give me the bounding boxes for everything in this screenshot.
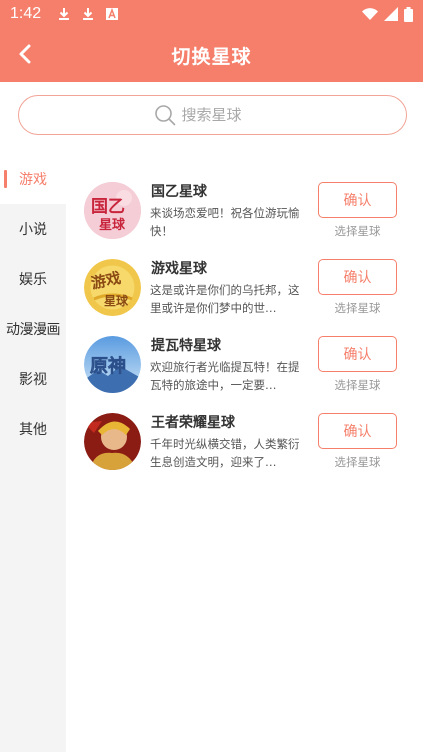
svg-text:国乙: 国乙: [91, 197, 125, 217]
wifi-icon: [362, 7, 378, 21]
planet-name: 提瓦特星球: [151, 338, 221, 354]
sidebar-item-games[interactable]: 游戏: [0, 154, 66, 204]
planet-card: 王者荣耀星球 千年时光纵横交错，人类繁衍生息创造文明，迎来了… 确认 选择星球: [66, 401, 423, 478]
confirm-button[interactable]: 确认: [318, 182, 397, 218]
confirm-button[interactable]: 确认: [318, 413, 397, 449]
planet-card: 原神 提瓦特星球 欢迎旅行者光临提瓦特！在提瓦特的旅途中，一定要… 确认 选择星…: [66, 324, 423, 401]
svg-text:原神: 原神: [90, 355, 126, 377]
planet-avatar[interactable]: [84, 413, 141, 470]
sidebar-item-label: 娱乐: [19, 272, 47, 288]
download-icon: [81, 7, 95, 21]
sidebar-item-film-tv[interactable]: 影视: [0, 354, 66, 404]
planet-list: 国乙 星球 国乙星球 来谈场恋爱吧！祝各位游玩愉快！ 确认 选择星球 游戏 星球…: [66, 170, 423, 478]
select-planet-hint: 选择星球: [334, 455, 381, 469]
signal-icon: [384, 7, 398, 21]
back-arrow-icon[interactable]: [14, 42, 36, 66]
planet-card: 游戏 星球 游戏星球 这是或许是你们的乌托邦，这里或许是你们梦中的世… 确认 选…: [66, 247, 423, 324]
select-planet-hint: 选择星球: [334, 378, 381, 392]
planet-avatar[interactable]: 游戏 星球: [84, 259, 141, 316]
status-icons-right: [362, 6, 413, 22]
svg-text:星球: 星球: [104, 293, 129, 308]
sidebar-item-label: 动漫漫画: [6, 322, 61, 338]
sidebar-item-label: 其他: [19, 422, 47, 438]
font-a-icon: [105, 7, 119, 21]
category-sidebar: 游戏 小说 娱乐 动漫漫画 影视 其他: [0, 154, 66, 752]
planet-card: 国乙 星球 国乙星球 来谈场恋爱吧！祝各位游玩愉快！ 确认 选择星球: [66, 170, 423, 247]
planet-avatar[interactable]: 原神: [84, 336, 141, 393]
planet-description: 欢迎旅行者光临提瓦特！在提瓦特的旅途中，一定要…: [150, 360, 300, 392]
planet-name: 游戏星球: [151, 261, 207, 277]
status-bar: 1:42: [0, 0, 423, 28]
select-planet-hint: 选择星球: [334, 301, 381, 315]
sidebar-item-other[interactable]: 其他: [0, 404, 66, 454]
search-bar: [18, 95, 407, 135]
planet-name: 王者荣耀星球: [151, 415, 235, 431]
search-box[interactable]: [18, 95, 407, 135]
planet-description: 这是或许是你们的乌托邦，这里或许是你们梦中的世…: [150, 283, 300, 315]
page-title: 切换星球: [171, 45, 252, 68]
battery-icon: [404, 6, 413, 22]
status-icons-left: [57, 7, 119, 21]
search-input[interactable]: [181, 106, 272, 124]
confirm-button[interactable]: 确认: [318, 336, 397, 372]
confirm-button[interactable]: 确认: [318, 259, 397, 295]
title-bar: 切换星球: [0, 28, 423, 82]
download-icon: [57, 7, 71, 21]
select-planet-hint: 选择星球: [334, 224, 381, 238]
planet-description: 来谈场恋爱吧！祝各位游玩愉快！: [150, 206, 300, 238]
planet-description: 千年时光纵横交错，人类繁衍生息创造文明，迎来了…: [150, 437, 300, 469]
sidebar-item-entertainment[interactable]: 娱乐: [0, 254, 66, 304]
sidebar-item-novels[interactable]: 小说: [0, 204, 66, 254]
planet-name: 国乙星球: [151, 184, 207, 200]
status-time: 1:42: [10, 5, 42, 22]
sidebar-item-anime-comics[interactable]: 动漫漫画: [0, 304, 66, 354]
sidebar-item-label: 游戏: [19, 172, 47, 188]
svg-text:星球: 星球: [99, 217, 126, 233]
sidebar-item-label: 小说: [19, 222, 47, 238]
planet-avatar[interactable]: 国乙 星球: [84, 182, 141, 239]
sidebar-item-label: 影视: [19, 372, 47, 388]
search-icon: [154, 104, 176, 126]
